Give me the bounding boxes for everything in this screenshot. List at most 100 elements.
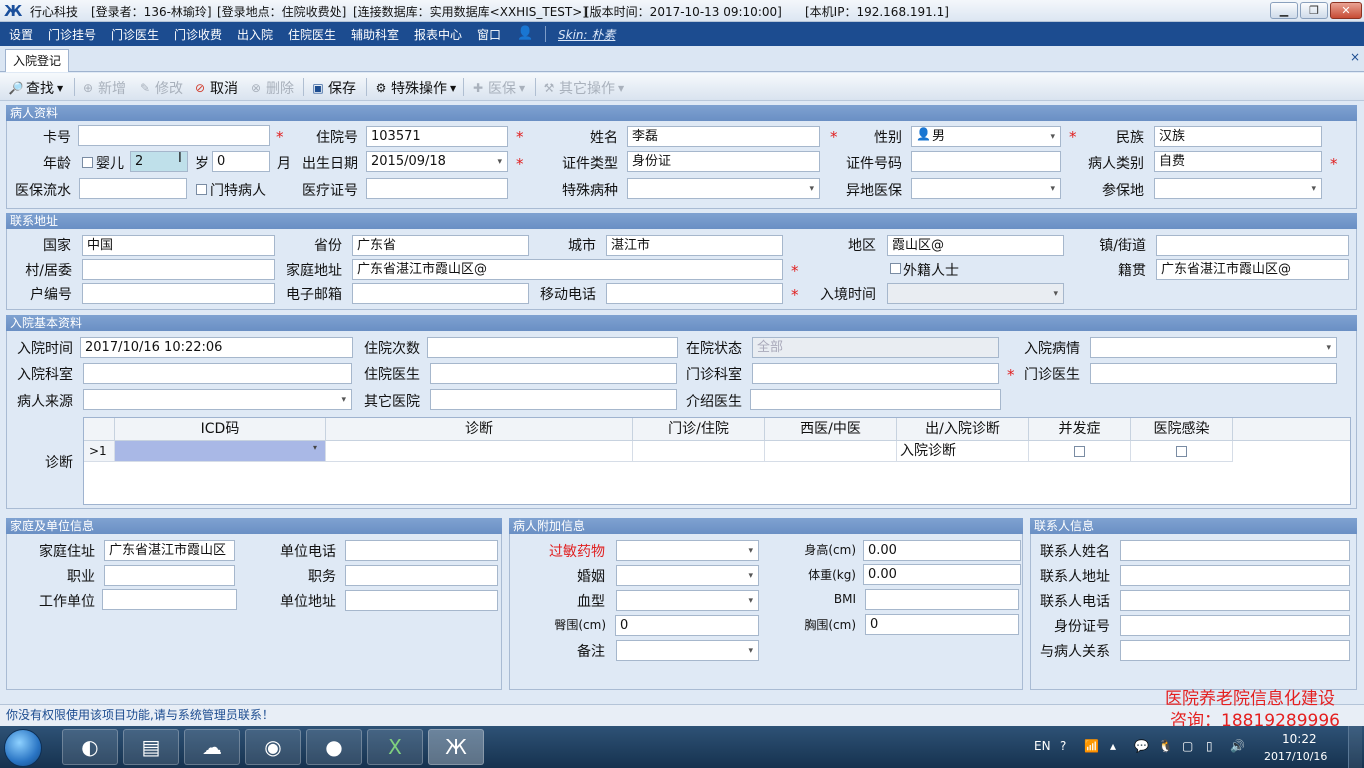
household-input[interactable] bbox=[82, 283, 275, 304]
admission-condition-select[interactable] bbox=[1090, 337, 1337, 358]
menu-window[interactable]: 窗口 bbox=[477, 26, 501, 43]
contact-name-input[interactable] bbox=[1120, 540, 1350, 561]
outpatient-doctor-input[interactable] bbox=[1090, 363, 1337, 384]
qq-icon[interactable]: 🐧 bbox=[1158, 739, 1173, 753]
foreign-checkbox[interactable] bbox=[890, 263, 901, 274]
marriage-select[interactable] bbox=[616, 565, 759, 586]
entry-time-picker[interactable] bbox=[887, 283, 1064, 304]
other-hospital-input[interactable] bbox=[430, 389, 677, 410]
tab-close-icon[interactable]: × bbox=[1350, 50, 1360, 64]
inpatient-no-input[interactable]: 103571 bbox=[366, 126, 508, 147]
menu-admission-discharge[interactable]: 出入院 bbox=[237, 26, 273, 43]
menu-settings[interactable]: 设置 bbox=[9, 26, 33, 43]
close-button[interactable]: ✕ bbox=[1330, 2, 1362, 19]
hip-input[interactable]: 0 bbox=[615, 615, 759, 636]
referrer-doctor-input[interactable] bbox=[750, 389, 1001, 410]
grid-header-diagnosis-type[interactable]: 出/入院诊断 bbox=[897, 418, 1029, 441]
remote-insurance-select[interactable] bbox=[911, 178, 1061, 199]
note-select[interactable] bbox=[616, 640, 759, 661]
wifi-icon[interactable]: 📶 bbox=[1084, 739, 1099, 753]
infant-checkbox[interactable] bbox=[82, 157, 93, 168]
tray-help-icon[interactable]: ? bbox=[1060, 739, 1066, 753]
complication-checkbox[interactable] bbox=[1074, 446, 1085, 457]
infection-checkbox[interactable] bbox=[1176, 446, 1187, 457]
tab-admission-register[interactable]: 入院登记 bbox=[5, 49, 69, 72]
start-button[interactable] bbox=[4, 729, 42, 767]
grid-header-icd[interactable]: ICD码 bbox=[115, 418, 326, 441]
menu-outpatient-billing[interactable]: 门诊收费 bbox=[174, 26, 222, 43]
tray-device-icon[interactable]: ▢ bbox=[1182, 739, 1193, 753]
town-input[interactable] bbox=[1156, 235, 1349, 256]
bmi-input[interactable] bbox=[865, 589, 1019, 610]
age-months-input[interactable]: 0 bbox=[212, 151, 270, 172]
work-unit-input[interactable] bbox=[102, 589, 237, 610]
wechat-icon[interactable]: 💬 bbox=[1134, 739, 1149, 753]
taskbar-explorer-icon[interactable]: ▤ bbox=[123, 729, 179, 765]
patient-source-select[interactable] bbox=[83, 389, 352, 410]
unit-address-input[interactable] bbox=[345, 590, 498, 611]
grid-cell-op-ip[interactable] bbox=[633, 441, 765, 462]
insurance-flow-input[interactable] bbox=[79, 178, 187, 199]
taskbar-chat-icon[interactable]: ◉ bbox=[245, 729, 301, 765]
admission-dept-input[interactable] bbox=[83, 363, 352, 384]
menu-outpatient-register[interactable]: 门诊挂号 bbox=[48, 26, 96, 43]
show-desktop-button[interactable] bbox=[1348, 726, 1362, 768]
clock-date[interactable]: 2017/10/16 bbox=[1264, 750, 1327, 763]
tray-usb-icon[interactable]: ▯ bbox=[1206, 739, 1213, 753]
grid-cell-complication[interactable] bbox=[1029, 441, 1131, 462]
id-type-input[interactable]: 身份证 bbox=[627, 151, 820, 172]
country-input[interactable]: 中国 bbox=[82, 235, 275, 256]
taskbar-browser-icon[interactable]: ◐ bbox=[62, 729, 118, 765]
mobile-input[interactable] bbox=[606, 283, 783, 304]
tray-arrow-icon[interactable]: ▴ bbox=[1110, 739, 1116, 753]
chest-input[interactable]: 0 bbox=[865, 614, 1019, 635]
other-operation-button[interactable]: ⚒ 其它操作 ▼ bbox=[541, 78, 625, 98]
special-disease-select[interactable] bbox=[627, 178, 820, 199]
delete-button[interactable]: ⊗ 删除 bbox=[248, 78, 294, 98]
menu-outpatient-doctor[interactable]: 门诊医生 bbox=[111, 26, 159, 43]
save-button[interactable]: ▣ 保存 bbox=[310, 78, 356, 98]
ethnicity-input[interactable]: 汉族 bbox=[1154, 126, 1322, 147]
language-indicator[interactable]: EN bbox=[1034, 739, 1051, 753]
name-input[interactable]: 李磊 bbox=[627, 126, 820, 147]
job-input[interactable] bbox=[104, 565, 235, 586]
maximize-button[interactable]: ❐ bbox=[1300, 2, 1328, 19]
menu-report-center[interactable]: 报表中心 bbox=[414, 26, 462, 43]
menu-inpatient-doctor[interactable]: 住院医生 bbox=[288, 26, 336, 43]
volume-icon[interactable]: 🔊 bbox=[1230, 739, 1245, 753]
grid-cell-diagnosis[interactable] bbox=[326, 441, 633, 462]
taskbar-excel-icon[interactable]: X bbox=[367, 729, 423, 765]
weight-input[interactable]: 0.00 bbox=[863, 564, 1021, 585]
allergy-select[interactable] bbox=[616, 540, 759, 561]
clock-time[interactable]: 10:22 bbox=[1282, 732, 1317, 746]
user-icon[interactable]: 👤 bbox=[517, 26, 533, 41]
birth-date-picker[interactable]: 2015/09/18 bbox=[366, 151, 508, 172]
home-address-input[interactable]: 广东省湛江市霞山区@ bbox=[352, 259, 783, 280]
district-input[interactable]: 霞山区@ bbox=[887, 235, 1064, 256]
contact-id-input[interactable] bbox=[1120, 615, 1350, 636]
medical-cert-input[interactable] bbox=[366, 178, 508, 199]
id-no-input[interactable] bbox=[911, 151, 1061, 172]
cancel-button[interactable]: ⊘ 取消 bbox=[192, 78, 238, 98]
edit-button[interactable]: ✎ 修改 bbox=[137, 78, 183, 98]
special-patient-checkbox[interactable] bbox=[196, 184, 207, 195]
menu-auxiliary-dept[interactable]: 辅助科室 bbox=[351, 26, 399, 43]
gender-select[interactable]: 男 bbox=[911, 126, 1061, 147]
province-input[interactable]: 广东省 bbox=[352, 235, 529, 256]
outpatient-dept-input[interactable] bbox=[752, 363, 999, 384]
grid-cell-diagnosis-type[interactable]: 入院诊断 bbox=[897, 441, 1029, 462]
contact-address-input[interactable] bbox=[1120, 565, 1350, 586]
grid-cell-western-chinese[interactable] bbox=[765, 441, 897, 462]
admission-time-input[interactable]: 2017/10/16 10:22:06 bbox=[80, 337, 353, 358]
grid-cell-icd[interactable] bbox=[115, 441, 326, 462]
contact-relation-input[interactable] bbox=[1120, 640, 1350, 661]
city-input[interactable]: 湛江市 bbox=[606, 235, 783, 256]
family-home-input[interactable]: 广东省湛江市霞山区 bbox=[104, 540, 235, 561]
minimize-button[interactable]: ▁ bbox=[1270, 2, 1298, 19]
unit-phone-input[interactable] bbox=[345, 540, 498, 561]
height-input[interactable]: 0.00 bbox=[863, 540, 1021, 561]
add-button[interactable]: ⊕ 新增 bbox=[80, 78, 126, 98]
inpatient-doctor-input[interactable] bbox=[430, 363, 677, 384]
taskbar-his-app-icon[interactable]: Ж bbox=[428, 729, 484, 765]
insurance-button[interactable]: ✚ 医保 ▼ bbox=[470, 78, 525, 98]
